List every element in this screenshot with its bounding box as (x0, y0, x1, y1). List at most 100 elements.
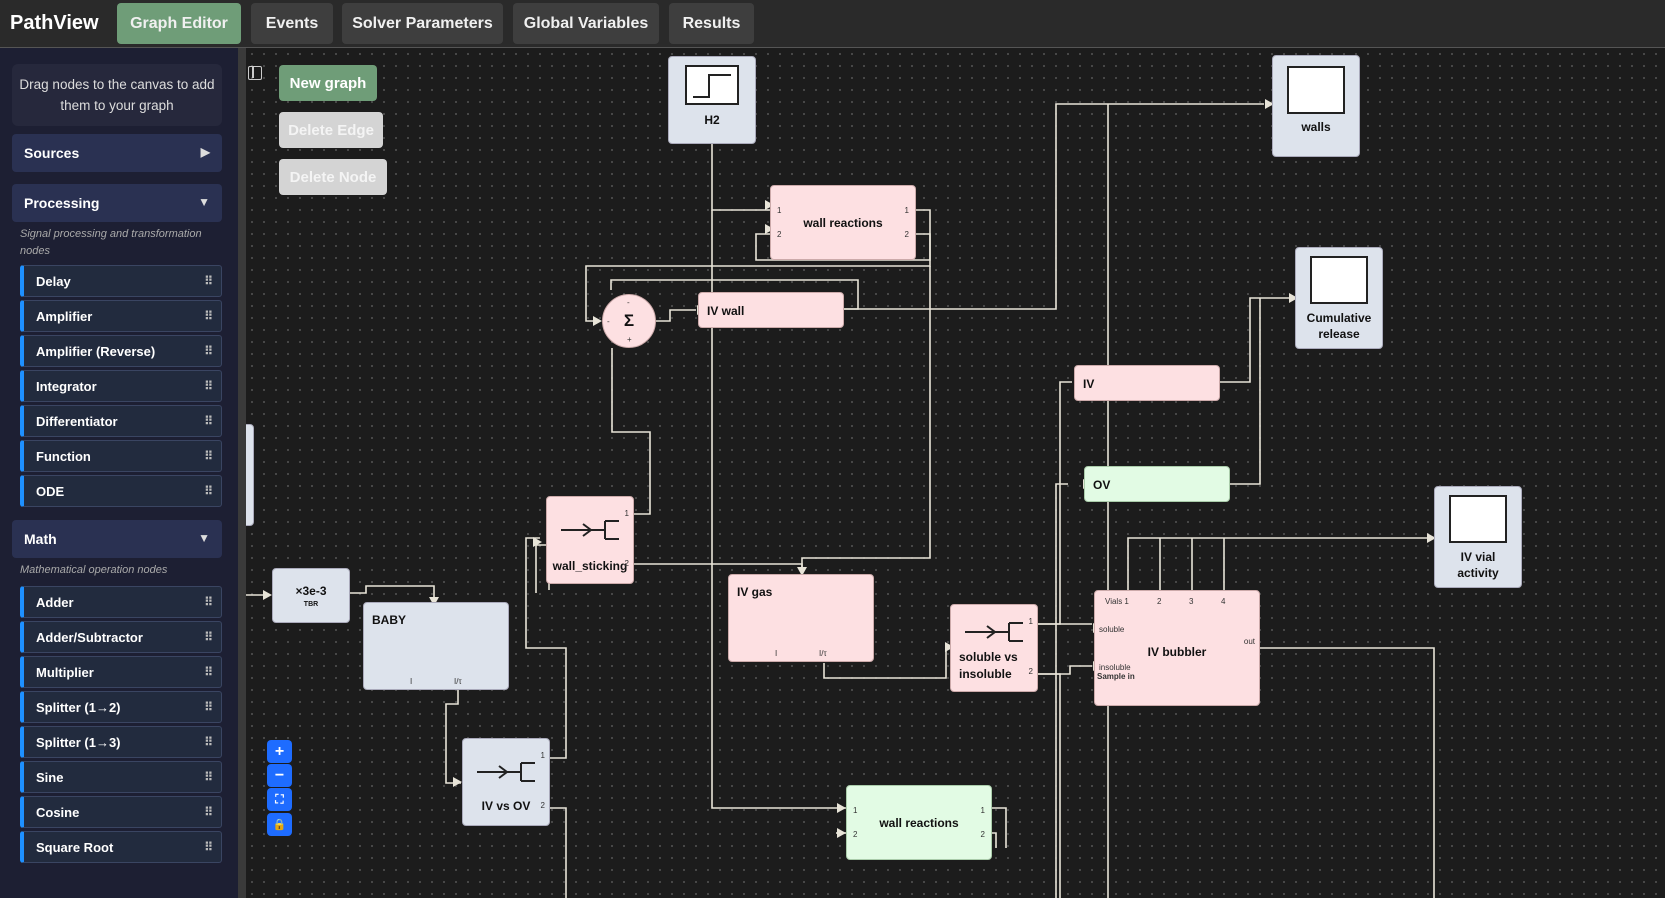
offscreen-node[interactable] (246, 424, 254, 526)
tab-results[interactable]: Results (669, 3, 754, 44)
port-label: 1 (853, 806, 858, 815)
section-processing[interactable]: Processing ▼ (12, 184, 222, 222)
section-label: Math (24, 531, 57, 547)
drag-handle-icon[interactable]: ⠿ (204, 344, 213, 358)
splitter-icon (561, 520, 619, 540)
palette-item-delay[interactable]: Delay ⠿ (20, 265, 222, 297)
port-label: 2 (853, 830, 858, 839)
fit-view-button[interactable]: ⛶ (267, 788, 292, 811)
node-cumulative-release-scope[interactable]: Cumulative release (1295, 247, 1383, 349)
collapse-arrow-icon: ▼ (198, 531, 210, 545)
drag-handle-icon[interactable]: ⠿ (204, 840, 213, 854)
node-ov[interactable]: OV (1084, 466, 1230, 502)
node-iv-bubbler[interactable]: IV bubbler Vials 1 2 3 4 soluble insolub… (1094, 590, 1260, 706)
palette-item-adder-subtractor[interactable]: Adder/Subtractor ⠿ (20, 621, 222, 653)
edge (1229, 298, 1261, 485)
node-iv-gas[interactable]: IV gas I I/τ (728, 574, 874, 662)
node-walls-scope[interactable]: walls (1272, 55, 1360, 157)
drag-handle-icon[interactable]: ⠿ (204, 309, 213, 323)
item-label: Splitter (1→2) (36, 699, 121, 715)
section-description: Signal processing and transformation nod… (20, 228, 202, 257)
app-title: PathView (10, 12, 99, 34)
edge (350, 585, 435, 600)
drag-handle-icon[interactable]: ⠿ (204, 735, 213, 749)
node-label: IV gas (737, 585, 773, 599)
drag-handle-icon[interactable]: ⠿ (204, 770, 213, 784)
node-wall-reactions-bottom[interactable]: wall reactions 1 2 1 2 (846, 785, 992, 860)
drag-hint: Drag nodes to the canvas to add them to … (12, 64, 222, 126)
palette-item-function[interactable]: Function ⠿ (20, 440, 222, 472)
zoom-in-button[interactable]: + (267, 740, 292, 763)
node-wall-sticking[interactable]: wall_sticking 1 2 (546, 496, 634, 584)
edge-arrow (263, 590, 272, 600)
drag-handle-icon[interactable]: ⠿ (204, 665, 213, 679)
palette-item-sine[interactable]: Sine ⠿ (20, 761, 222, 793)
palette-item-square-root[interactable]: Square Root ⠿ (20, 831, 222, 863)
node-palette-sidebar: Drag nodes to the canvas to add them to … (0, 48, 240, 898)
delete-node-button[interactable]: Delete Node (279, 159, 387, 195)
node-label: walls (1301, 120, 1331, 134)
port-label: insoluble (1099, 663, 1131, 672)
node-baby[interactable]: BABY I I/τ (363, 602, 509, 690)
drag-handle-icon[interactable]: ⠿ (204, 484, 213, 498)
port-sign: - (607, 317, 610, 326)
node-iv-vial-activity-scope[interactable]: IV vial activity (1434, 486, 1522, 588)
tab-graph-editor[interactable]: Graph Editor (117, 3, 241, 44)
edge-arrow (453, 777, 462, 787)
palette-item-differentiator[interactable]: Differentiator ⠿ (20, 405, 222, 437)
sum-symbol: Σ (623, 311, 635, 330)
tab-events[interactable]: Events (251, 3, 333, 44)
panel-toggle-icon[interactable] (248, 66, 262, 80)
scope-icon (1449, 495, 1507, 543)
palette-item-amplifier-reverse[interactable]: Amplifier (Reverse) ⠿ (20, 335, 222, 367)
palette-item-splitter-1-2[interactable]: Splitter (1→2) ⠿ (20, 691, 222, 723)
node-tbr-amplifier[interactable]: ×3e-3 TBR (272, 568, 350, 623)
drag-handle-icon[interactable]: ⠿ (204, 595, 213, 609)
node-soluble-vs-insoluble[interactable]: soluble vs insoluble 1 2 (950, 604, 1038, 692)
item-label: Splitter (1→3) (36, 734, 121, 750)
palette-item-multiplier[interactable]: Multiplier ⠿ (20, 656, 222, 688)
drag-handle-icon[interactable]: ⠿ (204, 449, 213, 463)
node-h2[interactable]: H2 (668, 56, 756, 144)
palette-item-splitter-1-3[interactable]: Splitter (1→3) ⠿ (20, 726, 222, 758)
port-label: 2 (540, 801, 545, 810)
graph-canvas[interactable]: New graph Delete Edge Delete Node H2 wal… (246, 48, 1665, 898)
section-sources[interactable]: Sources ▶ (12, 134, 222, 172)
port-label: 1 (904, 206, 909, 215)
item-label: Function (36, 448, 91, 464)
drag-handle-icon[interactable]: ⠿ (204, 379, 213, 393)
palette-item-amplifier[interactable]: Amplifier ⠿ (20, 300, 222, 332)
sidebar-scrollbar[interactable] (238, 48, 246, 898)
new-graph-button[interactable]: New graph (279, 65, 377, 101)
drag-handle-icon[interactable]: ⠿ (204, 414, 213, 428)
node-label: IV bubbler (1147, 645, 1207, 659)
palette-item-cosine[interactable]: Cosine ⠿ (20, 796, 222, 828)
lock-button[interactable]: 🔒 (267, 813, 292, 836)
palette-item-adder[interactable]: Adder ⠿ (20, 586, 222, 618)
node-adder[interactable]: Σ - - + (602, 294, 656, 348)
drag-handle-icon[interactable]: ⠿ (204, 630, 213, 644)
delete-edge-button[interactable]: Delete Edge (279, 112, 383, 148)
port-label: 2 (777, 230, 782, 239)
palette-item-integrator[interactable]: Integrator ⠿ (20, 370, 222, 402)
drag-handle-icon[interactable]: ⠿ (204, 700, 213, 714)
node-label: OV (1093, 478, 1111, 492)
drag-handle-icon[interactable]: ⠿ (204, 805, 213, 819)
tab-solver-parameters[interactable]: Solver Parameters (342, 3, 503, 44)
node-iv-vs-ov[interactable]: IV vs OV 1 2 (462, 738, 550, 826)
amplifier-value: ×3e-3 (295, 584, 327, 598)
node-iv-wall[interactable]: IV wall (698, 292, 844, 328)
node-wall-reactions-top[interactable]: wall reactions 1 2 1 2 (770, 185, 916, 260)
palette-item-ode[interactable]: ODE ⠿ (20, 475, 222, 507)
tab-global-variables[interactable]: Global Variables (513, 3, 659, 44)
section-math[interactable]: Math ▼ (12, 520, 222, 558)
zoom-out-button[interactable]: − (267, 764, 292, 787)
item-label: ODE (36, 483, 65, 499)
edges-layer (246, 99, 1436, 898)
drag-handle-icon[interactable]: ⠿ (204, 274, 213, 288)
section-label: Processing (24, 195, 100, 211)
port-label: I (410, 677, 413, 686)
node-iv[interactable]: IV (1074, 365, 1220, 401)
port-label: 1 (540, 751, 545, 760)
port-label: I (775, 649, 778, 658)
